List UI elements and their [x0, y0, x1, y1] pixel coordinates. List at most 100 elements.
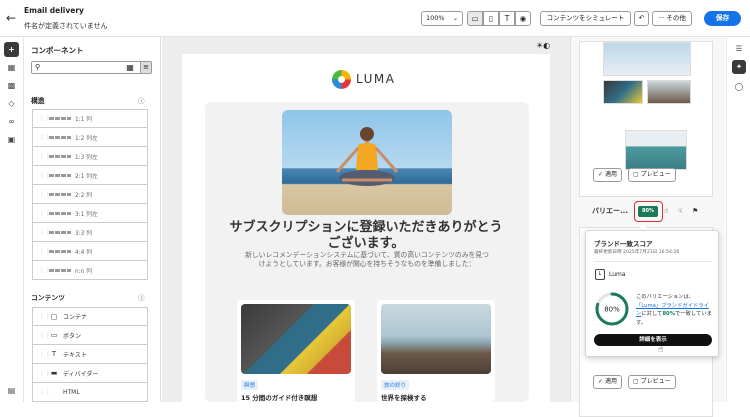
components-title: コンポーネント: [31, 46, 84, 55]
simulate-content-button[interactable]: コンテンツをシミュレート: [540, 11, 631, 26]
structure-label: 1:1 列: [75, 117, 92, 123]
thumbs-up-icon[interactable]: ☝: [664, 207, 668, 215]
list-view-icon[interactable]: ≡: [140, 61, 152, 74]
apply-label: 適用: [604, 378, 617, 385]
article-card[interactable]: 瞑想 15 分間のガイド付き瞑想: [237, 300, 355, 402]
variation-label: バリエー...: [592, 207, 628, 215]
brand-label: Luma: [609, 271, 626, 278]
brand-shield-icon: L: [595, 269, 605, 280]
theme-toggle-icon[interactable]: ☀◐: [536, 41, 550, 50]
drag-handle-icon[interactable]: ⋮⋮: [39, 351, 51, 358]
score-ring: 80%: [595, 292, 629, 326]
desktop-view-icon[interactable]: ▭: [467, 11, 483, 26]
email-preview: LUMA サブスクリプションに登録いただきありがとうございます。 新しいレコメン…: [182, 54, 550, 402]
layers-icon[interactable]: ◇: [4, 96, 19, 111]
email-headline[interactable]: サブスクリプションに登録いただきありがとうございます。: [227, 220, 505, 252]
drag-handle-icon[interactable]: ⋮⋮: [39, 134, 51, 141]
drag-handle-icon[interactable]: ⋮⋮: [39, 229, 51, 236]
structure-heading: 構造: [31, 97, 45, 105]
thumbnail-image: [625, 130, 687, 170]
structure-item[interactable]: ⋮⋮ n:n 列: [32, 261, 148, 280]
back-arrow-icon[interactable]: ←: [6, 11, 20, 25]
flag-icon[interactable]: ⚑: [692, 207, 698, 215]
apply-button[interactable]: ✓ 適用: [593, 375, 622, 389]
structure-label: 2:1 列左: [75, 173, 98, 180]
drag-handle-icon[interactable]: ⋮⋮: [39, 332, 51, 339]
preview-button[interactable]: ▢ プレビュー: [628, 375, 676, 389]
content-heading: コンテンツ: [31, 294, 65, 302]
drag-handle-icon[interactable]: ⋮⋮: [39, 153, 51, 160]
column-layout-icon: [49, 173, 71, 177]
text-view-icon[interactable]: T: [499, 11, 515, 26]
drag-handle-icon[interactable]: ⋮⋮: [39, 172, 51, 179]
column-layout-icon: [49, 211, 71, 215]
more-label: その他: [666, 14, 686, 22]
structure-item[interactable]: ⋮⋮ 4:4 列: [32, 242, 148, 261]
content-label: HTML: [63, 388, 80, 396]
structure-label: 4:4 列: [75, 249, 92, 256]
page-title: Email delivery: [24, 6, 84, 15]
content-item[interactable]: ⋮⋮ T テキスト: [32, 345, 148, 364]
grid-view-icon[interactable]: ▦: [124, 61, 136, 74]
link-icon[interactable]: ∞: [4, 114, 19, 129]
zoom-select[interactable]: 100% ⌄: [421, 11, 463, 26]
properties-icon[interactable]: ☰: [732, 42, 746, 56]
structure-item[interactable]: ⋮⋮ 3:1 列左: [32, 204, 148, 223]
drag-handle-icon[interactable]: ⋮⋮: [39, 267, 51, 274]
more-button[interactable]: ··· その他: [652, 11, 692, 26]
content-list: ⋮⋮ ▢ コンテナ ⋮⋮ ▭ ボタン ⋮⋮ T テキスト ⋮⋮ ▬ ディバイダー ⋮⋮ HTML: [32, 307, 148, 402]
search-icon: ⚲: [35, 63, 41, 71]
thumbs-down-icon[interactable]: ☟: [678, 207, 682, 215]
drag-handle-icon[interactable]: ⋮⋮: [39, 370, 51, 377]
content-item[interactable]: ⋮⋮ ▭ ボタン: [32, 326, 148, 345]
structure-item[interactable]: ⋮⋮ 2:2 列: [32, 185, 148, 204]
save-button[interactable]: 保存: [704, 11, 741, 26]
info-icon[interactable]: ⓘ: [138, 292, 145, 302]
structure-item[interactable]: ⋮⋮ 1:3 列左: [32, 147, 148, 166]
content-label: コンテナ: [63, 314, 88, 321]
score-description: このバリエーションは、「Luma」ブランドガイドラインに対して80%で一致してい…: [636, 293, 714, 327]
info-icon[interactable]: ⓘ: [138, 95, 145, 105]
email-body-text[interactable]: 新しいレコメンデーションシステムに基づいて、質の高いコンテンツのみを見つけようと…: [242, 251, 492, 269]
apply-button[interactable]: ✓ 適用: [593, 168, 622, 182]
components-panel: コンポーネント ⚲ ▦ ≡ 構造 ⓘ ⋮⋮ 1:1 列 ⋮⋮ 1:2 列左 ⋮⋮ 1:3 …: [24, 37, 183, 402]
assets-icon[interactable]: ▩: [4, 78, 19, 93]
thumbnail-image: [603, 80, 643, 104]
mobile-view-icon[interactable]: ▯: [483, 11, 499, 26]
hero-image[interactable]: [282, 110, 452, 215]
brand-score-badge[interactable]: 80%: [634, 201, 663, 222]
brand-shield-icon[interactable]: ◯: [732, 80, 746, 94]
content-item[interactable]: ⋮⋮ ▬ ディバイダー: [32, 364, 148, 383]
drag-handle-icon[interactable]: ⋮⋮: [39, 210, 51, 217]
divider-icon: ▬: [50, 369, 58, 377]
top-bar: ← Email delivery 件名が定義されていません 100% ⌄ ▭ ▯ …: [0, 0, 750, 37]
drag-handle-icon[interactable]: ⋮⋮: [39, 248, 51, 255]
drag-handle-icon[interactable]: ⋮⋮: [39, 389, 51, 396]
content-item[interactable]: ⋮⋮ HTML: [32, 383, 148, 402]
column-layout-icon: [49, 192, 71, 196]
drag-handle-icon[interactable]: ⋮⋮: [39, 313, 51, 320]
add-icon[interactable]: +: [4, 42, 19, 57]
article-card[interactable]: 旅の終り 世界を探検する: [377, 300, 495, 402]
magic-wand-icon[interactable]: ✦: [732, 60, 746, 74]
structure-item[interactable]: ⋮⋮ 2:1 列左: [32, 166, 148, 185]
device-toggle-group: ▭ ▯ T ◉: [467, 11, 531, 26]
settings-icon[interactable]: ▤: [4, 383, 19, 398]
structure-item[interactable]: ⋮⋮ 1:1 列: [32, 109, 148, 128]
preview-eye-icon[interactable]: ◉: [515, 11, 531, 26]
score-badge-value: 80%: [638, 206, 658, 217]
luma-logo-icon: [332, 69, 351, 89]
structure-item[interactable]: ⋮⋮ 3:3 列: [32, 223, 148, 242]
content-item[interactable]: ⋮⋮ ▢ コンテナ: [32, 307, 148, 326]
drag-handle-icon[interactable]: ⋮⋮: [39, 115, 51, 122]
fragments-icon[interactable]: ▣: [4, 132, 19, 147]
drag-handle-icon[interactable]: ⋮⋮: [39, 191, 51, 198]
divider: [594, 261, 712, 262]
layout-icon[interactable]: ▦: [4, 60, 19, 75]
view-details-button[interactable]: 詳細を表示: [594, 334, 712, 346]
column-layout-icon: [49, 249, 71, 253]
undo-icon[interactable]: ↶: [634, 11, 649, 26]
structure-item[interactable]: ⋮⋮ 1:2 列左: [32, 128, 148, 147]
preview-button[interactable]: ▢ プレビュー: [628, 168, 676, 182]
popover-title: ブランド一致スコア: [594, 240, 653, 248]
